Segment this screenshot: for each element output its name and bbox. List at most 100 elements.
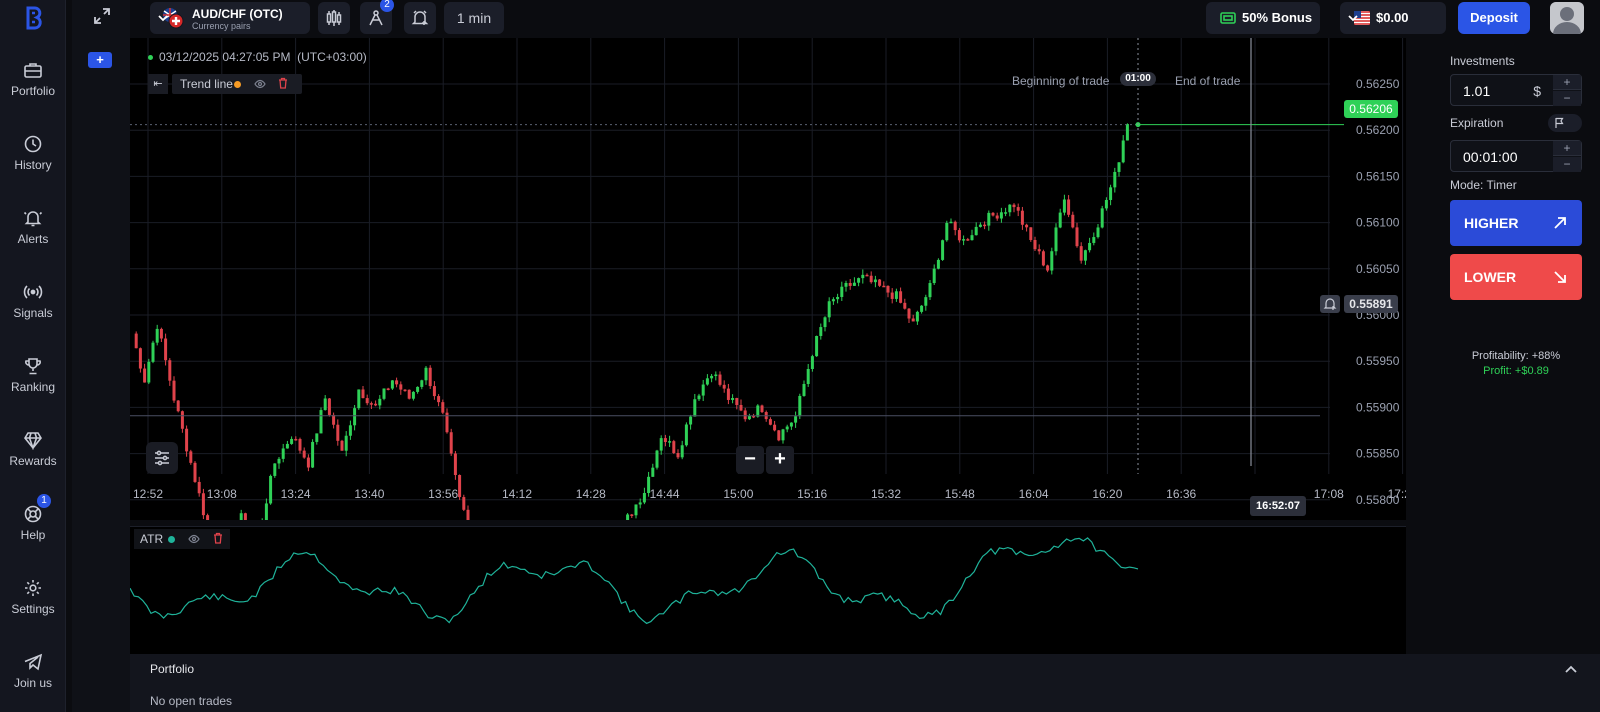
candle-body bbox=[899, 291, 903, 303]
trash-icon[interactable] bbox=[212, 532, 224, 544]
candle-body bbox=[949, 221, 953, 224]
sidebar-item-settings[interactable]: Settings bbox=[0, 578, 66, 638]
candle-body bbox=[747, 415, 751, 420]
candle-body bbox=[1033, 239, 1037, 250]
chart-timestamp: 03/12/2025 04:27:05 PM (UTC+03:00) bbox=[148, 50, 367, 64]
higher-label: HIGHER bbox=[1464, 215, 1519, 231]
trade-timer: 01:00 bbox=[1120, 72, 1156, 86]
expiration-increase-button[interactable]: + bbox=[1553, 141, 1581, 156]
expiration-mode-toggle[interactable] bbox=[1548, 114, 1582, 132]
candle-body bbox=[344, 435, 348, 451]
time-tick-label: 13:08 bbox=[207, 487, 237, 501]
zoom-in-button[interactable]: + bbox=[766, 446, 794, 474]
candle-body bbox=[395, 380, 399, 385]
chevron-down-icon bbox=[1348, 15, 1358, 22]
chart-type-button[interactable] bbox=[318, 2, 350, 34]
candle-body bbox=[768, 419, 772, 425]
atr-indicator-pane[interactable]: ATR bbox=[130, 526, 1406, 654]
eye-icon[interactable] bbox=[254, 78, 266, 90]
candle-body bbox=[134, 333, 138, 349]
candle-body bbox=[269, 475, 273, 504]
asset-selector[interactable]: AUD/CHF (OTC) Currency pairs bbox=[150, 2, 310, 34]
chevron-up-icon[interactable] bbox=[1564, 664, 1578, 676]
candle-body bbox=[823, 317, 827, 328]
trash-icon[interactable] bbox=[277, 77, 289, 89]
candle-body bbox=[907, 308, 911, 319]
time-tick-label: 14:12 bbox=[502, 487, 532, 501]
time-tick-label: 15:48 bbox=[945, 487, 975, 501]
candle-body bbox=[781, 429, 785, 441]
candle-body bbox=[701, 384, 705, 396]
lower-button[interactable]: LOWER bbox=[1450, 254, 1582, 300]
investment-field[interactable]: 1.01 $ + − bbox=[1450, 74, 1582, 106]
sidebar-item-signals[interactable]: Signals bbox=[0, 282, 66, 342]
candle-body bbox=[1046, 265, 1050, 271]
investment-increase-button[interactable]: + bbox=[1553, 75, 1581, 90]
candle-body bbox=[831, 299, 835, 302]
candle-body bbox=[731, 398, 735, 400]
eye-icon[interactable] bbox=[188, 533, 200, 545]
candle-body bbox=[710, 375, 714, 379]
candle-body bbox=[1100, 208, 1104, 228]
investment-decrease-button[interactable]: − bbox=[1553, 91, 1581, 106]
bonus-button[interactable]: 50% Bonus bbox=[1206, 2, 1320, 34]
candle-body bbox=[138, 348, 142, 369]
candle-body bbox=[777, 430, 781, 441]
trend-line-tag[interactable]: Trend line bbox=[172, 74, 302, 94]
candle-body bbox=[176, 400, 180, 412]
collapse-legend-button[interactable]: ⇤ bbox=[148, 74, 168, 94]
beginning-of-trade-label: Beginning of trade bbox=[1012, 74, 1110, 88]
candle-body bbox=[945, 222, 949, 241]
candle-body bbox=[428, 367, 432, 387]
candle-body bbox=[718, 374, 722, 385]
horizontal-line-price-tag[interactable]: 0.55891 bbox=[1344, 295, 1398, 313]
time-tick-label: 13:24 bbox=[281, 487, 311, 501]
candle-body bbox=[151, 342, 155, 362]
deposit-button[interactable]: Deposit bbox=[1458, 2, 1530, 34]
candle-body bbox=[995, 215, 999, 219]
price-alert-button[interactable] bbox=[404, 2, 436, 34]
candle-body bbox=[290, 438, 294, 444]
candle-body bbox=[663, 438, 667, 443]
sidebar-item-rewards[interactable]: Rewards bbox=[0, 430, 66, 490]
candle-body bbox=[861, 274, 865, 279]
add-chart-button[interactable]: + bbox=[88, 52, 112, 68]
candle-body bbox=[626, 514, 630, 520]
portfolio-empty-message: No open trades bbox=[150, 694, 233, 708]
alarm-icon[interactable] bbox=[1320, 295, 1340, 313]
sidebar-item-portfolio[interactable]: Portfolio bbox=[0, 60, 66, 120]
atr-legend[interactable]: ATR bbox=[134, 529, 230, 549]
candle-body bbox=[1016, 207, 1020, 211]
sidebar-item-history[interactable]: History bbox=[0, 134, 66, 194]
zoom-out-button[interactable]: − bbox=[736, 446, 764, 474]
timeframe-selector[interactable]: 1 min bbox=[444, 2, 504, 34]
candle-body bbox=[773, 424, 777, 431]
briefcase-icon bbox=[24, 63, 42, 78]
candle-body bbox=[143, 368, 147, 383]
candle-body bbox=[243, 513, 247, 520]
avatar[interactable] bbox=[1550, 2, 1584, 34]
expiration-decrease-button[interactable]: − bbox=[1553, 157, 1581, 172]
sidebar-item-alerts[interactable]: Alerts bbox=[0, 208, 66, 268]
sidebar-item-help[interactable]: Help 1 bbox=[0, 494, 66, 564]
candle-body bbox=[168, 360, 172, 381]
candle-body bbox=[647, 476, 651, 494]
portfolio-panel[interactable]: Portfolio No open trades bbox=[130, 654, 1600, 712]
expiration-field[interactable]: 00:01:00 + − bbox=[1450, 140, 1582, 172]
candle-body bbox=[437, 396, 441, 403]
candle-body bbox=[676, 453, 680, 458]
chart-settings-button[interactable] bbox=[146, 442, 178, 474]
bell-icon bbox=[23, 211, 43, 227]
drawing-tools-button[interactable]: 2 bbox=[360, 0, 394, 34]
atr-line-chart bbox=[130, 537, 1139, 625]
account-balance-selector[interactable]: $0.00 bbox=[1340, 2, 1446, 34]
logo-icon[interactable] bbox=[20, 6, 46, 30]
higher-button[interactable]: HIGHER bbox=[1450, 200, 1582, 246]
sidebar-item-join-us[interactable]: Join us bbox=[0, 652, 66, 712]
candle-body bbox=[941, 240, 945, 260]
time-tick-label: 12:52 bbox=[133, 487, 163, 501]
candle-body bbox=[353, 408, 357, 426]
price-chart[interactable]: 0.56250 0.56200 0.56150 0.56100 0.56050 0.560… bbox=[130, 38, 1406, 520]
fullscreen-icon[interactable] bbox=[92, 6, 112, 26]
sidebar-item-ranking[interactable]: Ranking bbox=[0, 356, 66, 416]
